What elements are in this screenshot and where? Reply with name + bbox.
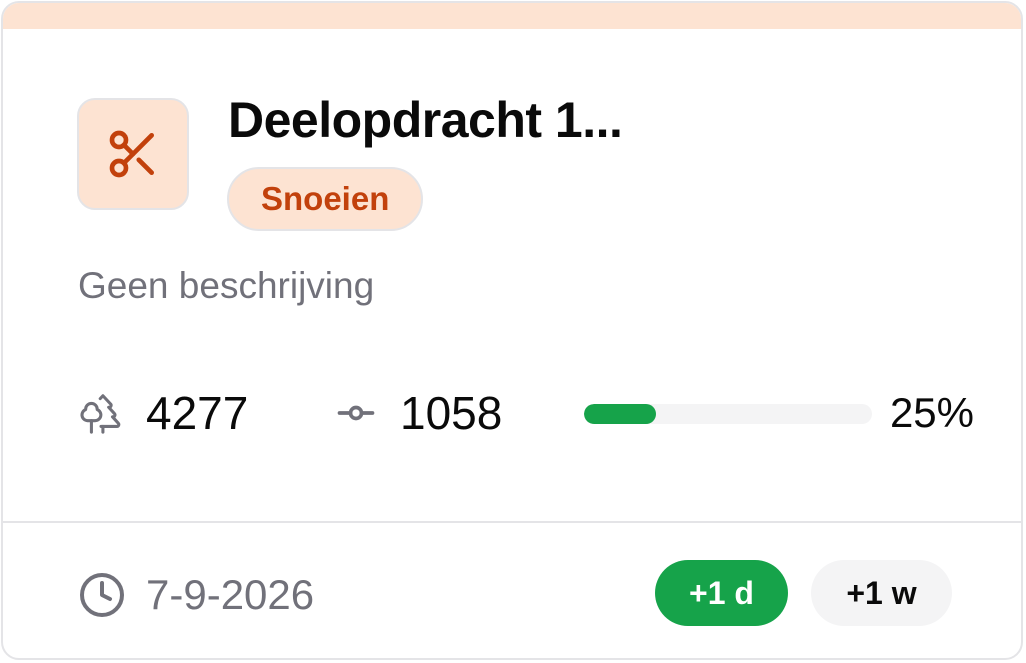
due-date-text: 7-9-2026 <box>146 571 315 618</box>
scissors-icon <box>109 130 155 178</box>
progress-percentage: 25% <box>889 389 974 436</box>
commit-icon <box>337 405 375 421</box>
card-accent-strip <box>3 3 1021 29</box>
category-badge: Snoeien <box>227 167 424 231</box>
due-date: 7-9-2026 <box>78 569 314 621</box>
trees-stat: 4277 <box>78 386 248 440</box>
task-description: Geen beschrijving <box>78 265 375 306</box>
add-one-day-button[interactable]: +1 d <box>655 560 788 626</box>
task-card[interactable]: Deelopdracht 1... Snoeien Geen beschrijv… <box>1 1 1023 660</box>
card-divider <box>3 521 1021 523</box>
add-one-week-button[interactable]: +1 w <box>811 560 952 626</box>
progress-bar-fill <box>584 404 656 424</box>
clock-icon <box>80 573 124 617</box>
category-icon-box <box>77 98 189 210</box>
task-title: Deelopdracht 1... <box>228 92 623 148</box>
progress-bar <box>584 404 872 424</box>
commits-count: 1058 <box>400 387 503 439</box>
commits-stat: 1058 <box>334 386 502 440</box>
trees-count: 4277 <box>146 387 249 439</box>
trees-icon <box>80 394 121 434</box>
